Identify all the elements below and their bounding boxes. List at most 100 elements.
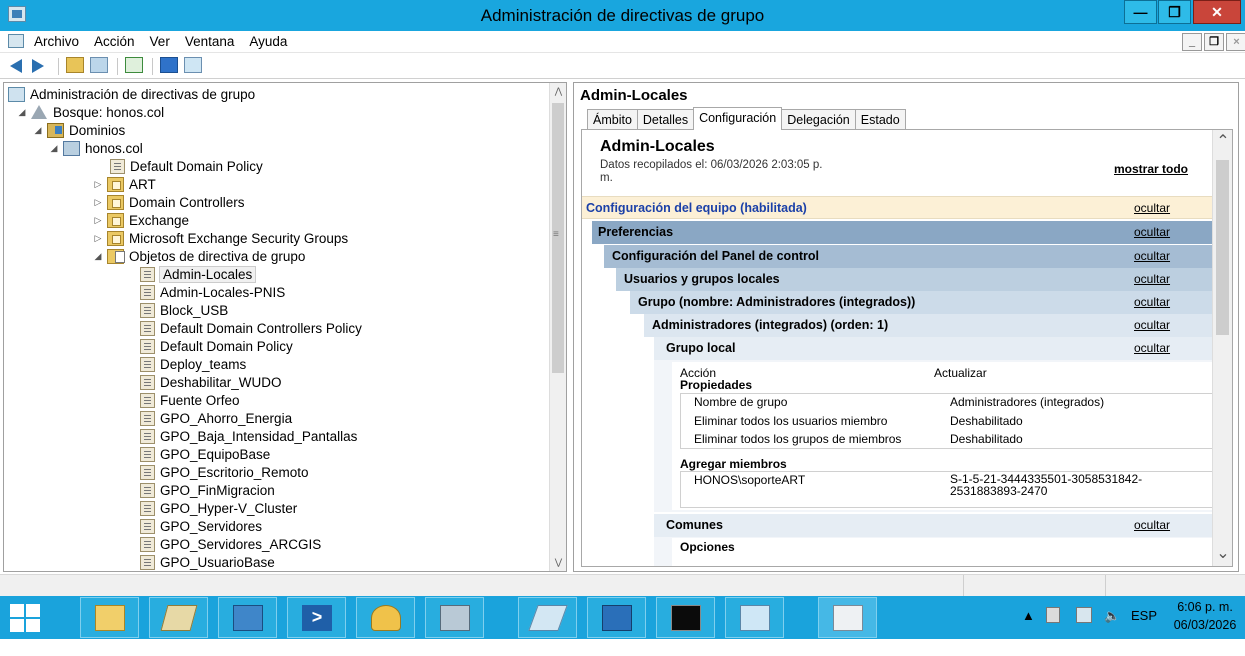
tree-ou[interactable]: ▷ ART (92, 175, 156, 193)
hide-link[interactable]: ocultar (1134, 337, 1170, 359)
computer-config-header[interactable]: Configuración del equipo (habilitada) oc… (582, 196, 1212, 219)
scroll-up-icon[interactable]: ⋀ (550, 83, 566, 100)
hide-link[interactable]: ocultar (1134, 268, 1170, 290)
tree-ou[interactable]: ▷ Domain Controllers (92, 193, 245, 211)
help-icon[interactable] (160, 57, 178, 75)
tree-gpo[interactable]: GPO_Ahorro_Energia (140, 409, 292, 427)
tree-scrollbar[interactable]: ⋀ ≡ ⋁ (549, 83, 566, 571)
gpmc-taskbar-button[interactable] (818, 597, 877, 638)
collapse-icon[interactable]: ◢ (92, 251, 104, 262)
expand-icon[interactable]: ▷ (92, 197, 104, 208)
tree-gpo[interactable]: GPO_FinMigracion (140, 481, 275, 499)
scroll-down-icon[interactable]: ⌄ (1213, 544, 1232, 564)
network-tray-icon[interactable] (1076, 607, 1092, 623)
common-header[interactable]: Comunes ocultar (654, 514, 1212, 537)
app-button[interactable] (587, 597, 646, 638)
file-explorer-button[interactable] (80, 597, 139, 638)
windows-start-icon[interactable] (10, 604, 41, 632)
console-tree[interactable]: Administración de directivas de grupo ◢ … (3, 82, 567, 572)
menu-ver[interactable]: Ver (150, 34, 170, 49)
administrators-header[interactable]: Administradores (integrados) (orden: 1) … (644, 314, 1212, 337)
notepad-button[interactable] (518, 597, 577, 638)
up-folder-icon[interactable] (66, 57, 84, 75)
tray-overflow-icon[interactable]: ▲ (1022, 608, 1035, 651)
properties-icon[interactable] (184, 57, 202, 75)
preferences-header[interactable]: Preferencias ocultar (592, 221, 1212, 244)
tree-gpo[interactable]: Deploy_teams (140, 355, 246, 373)
tree-gpo[interactable]: GPO_Hyper-V_Cluster (140, 499, 297, 517)
hide-link[interactable]: ocultar (1134, 197, 1170, 219)
mdi-restore-button[interactable]: ❐ (1204, 33, 1224, 51)
menu-accion[interactable]: Acción (94, 34, 135, 49)
tree-default-domain-policy[interactable]: Default Domain Policy (110, 157, 263, 175)
powershell-button[interactable]: > (287, 597, 346, 638)
volume-icon[interactable]: 🔈 (1104, 608, 1120, 651)
mdi-window-icon[interactable] (8, 34, 24, 48)
expand-icon[interactable]: ▷ (92, 233, 104, 244)
tab-ambito[interactable]: Ámbito (587, 109, 638, 130)
ad-users-button[interactable] (218, 597, 277, 638)
maximize-button[interactable]: ❐ (1158, 0, 1191, 24)
clock[interactable]: 6:06 p. m. 06/03/2026 (1170, 598, 1240, 634)
tree-gpo[interactable]: Fuente Orfeo (140, 391, 240, 409)
minimize-button[interactable]: — (1124, 0, 1157, 24)
collapse-icon[interactable]: ◢ (48, 143, 60, 154)
language-indicator[interactable]: ESP (1131, 608, 1157, 651)
refresh-icon[interactable] (125, 57, 143, 75)
remote-desktop-button[interactable] (725, 597, 784, 638)
mdi-minimize-button[interactable]: _ (1182, 33, 1202, 51)
hide-link[interactable]: ocultar (1134, 221, 1170, 243)
tree-gpo[interactable]: GPO_UsuarioBase (140, 553, 275, 571)
tab-estado[interactable]: Estado (854, 109, 906, 130)
flag-icon[interactable] (1046, 607, 1060, 623)
tree-gpo[interactable]: Block_USB (140, 301, 228, 319)
network-tool-button[interactable] (425, 597, 484, 638)
group-header[interactable]: Grupo (nombre: Administradores (integrad… (630, 291, 1212, 314)
control-panel-header[interactable]: Configuración del Panel de control ocult… (604, 245, 1212, 268)
tree-domains[interactable]: ◢ Dominios (32, 121, 125, 139)
close-button[interactable]: ✕ (1193, 0, 1241, 24)
tree-gpo[interactable]: Default Domain Policy (140, 337, 293, 355)
back-arrow-icon[interactable] (10, 57, 26, 75)
show-all-link[interactable]: mostrar todo (1114, 162, 1188, 176)
tree-ou[interactable]: ▷ Exchange (92, 211, 189, 229)
hide-link[interactable]: ocultar (1134, 245, 1170, 267)
scroll-up-icon[interactable]: ⌃ (1213, 132, 1232, 152)
tree-gpo[interactable]: Deshabilitar_WUDO (140, 373, 282, 391)
tree-gpo[interactable]: GPO_Baja_Intensidad_Pantallas (140, 427, 357, 445)
tree-gpo[interactable]: GPO_Escritorio_Remoto (140, 463, 309, 481)
mdi-close-button[interactable]: × (1226, 33, 1245, 51)
collapse-icon[interactable]: ◢ (32, 125, 44, 136)
tree-gpo[interactable]: Admin-Locales (140, 265, 257, 283)
menu-archivo[interactable]: Archivo (34, 34, 79, 49)
tab-delegacion[interactable]: Delegación (781, 109, 856, 130)
tree-gpo[interactable]: GPO_Servidores (140, 517, 262, 535)
show-hide-tree-icon[interactable] (90, 57, 108, 75)
report-scrollbar[interactable]: ⌃ ⌄ (1212, 130, 1232, 566)
expand-icon[interactable]: ▷ (92, 215, 104, 226)
local-users-header[interactable]: Usuarios y grupos locales ocultar (616, 268, 1212, 291)
hide-link[interactable]: ocultar (1134, 514, 1170, 536)
tree-gpo[interactable]: Admin-Locales-PNIS (140, 283, 285, 301)
tree-gpo[interactable]: Default Domain Controllers Policy (140, 319, 362, 337)
tab-detalles[interactable]: Detalles (636, 109, 695, 130)
cmd-button[interactable] (656, 597, 715, 638)
expand-icon[interactable]: ▷ (92, 179, 104, 190)
tree-ou[interactable]: ▷ Microsoft Exchange Security Groups (92, 229, 348, 247)
tree-gpo[interactable]: GPO_EquipoBase (140, 445, 270, 463)
collapse-icon[interactable]: ◢ (16, 107, 28, 118)
report-scroll-thumb[interactable] (1216, 160, 1229, 335)
hide-link[interactable]: ocultar (1134, 314, 1170, 336)
hide-link[interactable]: ocultar (1134, 291, 1170, 313)
local-group-header[interactable]: Grupo local ocultar (654, 337, 1212, 360)
tab-configuracion[interactable]: Configuración (693, 107, 783, 130)
server-manager-button[interactable] (149, 597, 208, 638)
menu-ventana[interactable]: Ventana (185, 34, 235, 49)
tree-gpo[interactable]: GPO_Servidores_ARCGIS (140, 535, 321, 553)
scroll-down-icon[interactable]: ⋁ (550, 554, 566, 571)
forward-arrow-icon[interactable] (32, 57, 48, 75)
tree-domain[interactable]: ◢ honos.col (48, 139, 143, 157)
dns-manager-button[interactable] (356, 597, 415, 638)
tree-root[interactable]: Administración de directivas de grupo (8, 85, 255, 103)
tree-forest[interactable]: ◢ Bosque: honos.col (16, 103, 165, 121)
